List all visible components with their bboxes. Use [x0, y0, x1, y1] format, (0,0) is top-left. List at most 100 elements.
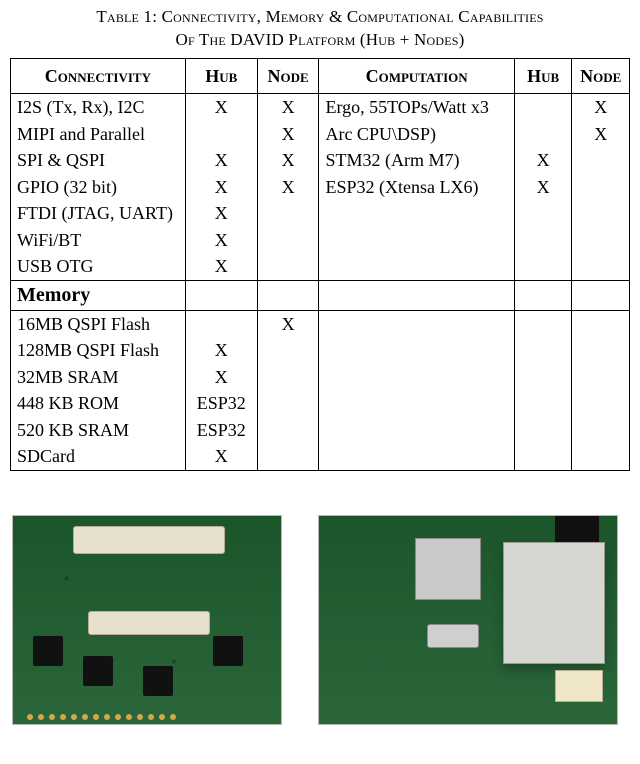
cell-hub: X — [185, 227, 257, 254]
cell-node-2 — [572, 310, 630, 337]
cell-connectivity: 448 KB ROM — [11, 390, 186, 417]
cell-node — [257, 227, 319, 254]
table-body-memory-header: Memory — [11, 280, 630, 310]
cell-hub-2 — [514, 417, 572, 444]
table-row: I2S (Tx, Rx), I2CXXErgo, 55TOPs/Watt x3X — [11, 94, 630, 121]
cell-connectivity: I2S (Tx, Rx), I2C — [11, 94, 186, 121]
cell-connectivity: 520 KB SRAM — [11, 417, 186, 444]
table-header-row: Connectivity Hub Node Computation Hub No… — [11, 58, 630, 94]
table-row: WiFi/BTX — [11, 227, 630, 254]
cell-node — [257, 253, 319, 280]
table-row: 16MB QSPI Flash X — [11, 310, 630, 337]
table-row: FTDI (JTAG, UART)X — [11, 200, 630, 227]
table-row: SPI & QSPIXXSTM32 (Arm M7)X — [11, 147, 630, 174]
pad-row-icon — [27, 714, 176, 720]
cell-computation: Arc CPU\DSP) — [319, 121, 514, 148]
page: Table 1: Connectivity, Memory & Computat… — [0, 0, 640, 735]
cell-computation: STM32 (Arm M7) — [319, 147, 514, 174]
cell — [185, 280, 257, 310]
table-row: USB OTGX — [11, 253, 630, 280]
connector-icon — [73, 526, 225, 554]
cell-hub-2: X — [514, 147, 572, 174]
col-hub-2: Hub — [514, 58, 572, 94]
cell-node-2 — [572, 200, 630, 227]
antenna-icon — [555, 516, 599, 542]
connector-icon — [88, 611, 210, 635]
cell-node-2 — [572, 253, 630, 280]
cell-connectivity: 16MB QSPI Flash — [11, 310, 186, 337]
cell-hub-2: X — [514, 174, 572, 201]
chip-icon — [143, 666, 173, 696]
pcb-photo-right — [318, 515, 618, 725]
cell-node: X — [257, 94, 319, 121]
cell-computation: ESP32 (Xtensa LX6) — [319, 174, 514, 201]
cell-hub: X — [185, 443, 257, 470]
col-computation: Computation — [319, 58, 514, 94]
cell-connectivity: MIPI and Parallel — [11, 121, 186, 148]
cell-hub-2 — [514, 443, 572, 470]
cell — [514, 280, 572, 310]
memory-section-label: Memory — [11, 280, 186, 310]
col-hub: Hub — [185, 58, 257, 94]
caption-line-1: Table 1: Connectivity, Memory & Computat… — [96, 7, 543, 26]
cell-hub: ESP32 — [185, 417, 257, 444]
cell-node: X — [257, 174, 319, 201]
cell — [319, 280, 514, 310]
cell-node-2 — [572, 417, 630, 444]
sticker-icon — [555, 670, 603, 702]
cell-node — [257, 200, 319, 227]
chip-icon — [33, 636, 63, 666]
cell-hub: X — [185, 94, 257, 121]
table-row: 520 KB SRAMESP32 — [11, 417, 630, 444]
cell-connectivity: USB OTG — [11, 253, 186, 280]
cell-connectivity: FTDI (JTAG, UART) — [11, 200, 186, 227]
table-row: 128MB QSPI FlashX — [11, 337, 630, 364]
col-node-2: Node — [572, 58, 630, 94]
cell-hub-2 — [514, 310, 572, 337]
col-node: Node — [257, 58, 319, 94]
chip-icon — [83, 656, 113, 686]
cell-computation — [319, 417, 514, 444]
cell-hub — [185, 121, 257, 148]
cell-computation — [319, 337, 514, 364]
cell-hub-2 — [514, 253, 572, 280]
table-row: SDCardX — [11, 443, 630, 470]
cell-node-2 — [572, 337, 630, 364]
cell — [572, 280, 630, 310]
table-row: GPIO (32 bit)XXESP32 (Xtensa LX6)X — [11, 174, 630, 201]
table-row-memory-header: Memory — [11, 280, 630, 310]
cell-hub: ESP32 — [185, 390, 257, 417]
cell-hub-2 — [514, 94, 572, 121]
cell-computation — [319, 253, 514, 280]
cell-computation — [319, 364, 514, 391]
cell-node-2: X — [572, 121, 630, 148]
table-row: MIPI and ParallelXArc CPU\DSP)X — [11, 121, 630, 148]
cell-hub-2 — [514, 390, 572, 417]
cell-node-2 — [572, 443, 630, 470]
cell-computation — [319, 390, 514, 417]
cell-hub: X — [185, 147, 257, 174]
cell-hub: X — [185, 337, 257, 364]
cell-hub: X — [185, 253, 257, 280]
cell-hub-2 — [514, 200, 572, 227]
cell-node-2 — [572, 174, 630, 201]
sd-slot-icon — [415, 538, 481, 600]
usb-port-icon — [427, 624, 479, 648]
cell-node-2 — [572, 227, 630, 254]
cell-hub: X — [185, 174, 257, 201]
cell-computation: Ergo, 55TOPs/Watt x3 — [319, 94, 514, 121]
cell-hub — [185, 310, 257, 337]
cell-connectivity: 32MB SRAM — [11, 364, 186, 391]
cell-node: X — [257, 147, 319, 174]
cell-connectivity: WiFi/BT — [11, 227, 186, 254]
cell-connectivity: SDCard — [11, 443, 186, 470]
cell-node: X — [257, 121, 319, 148]
cell-node-2 — [572, 147, 630, 174]
cell-hub-2 — [514, 364, 572, 391]
capabilities-table: Connectivity Hub Node Computation Hub No… — [10, 58, 630, 471]
cell-node — [257, 364, 319, 391]
cell-computation — [319, 227, 514, 254]
table-caption: Table 1: Connectivity, Memory & Computat… — [10, 6, 630, 52]
cell-hub-2 — [514, 121, 572, 148]
cell-node: X — [257, 310, 319, 337]
